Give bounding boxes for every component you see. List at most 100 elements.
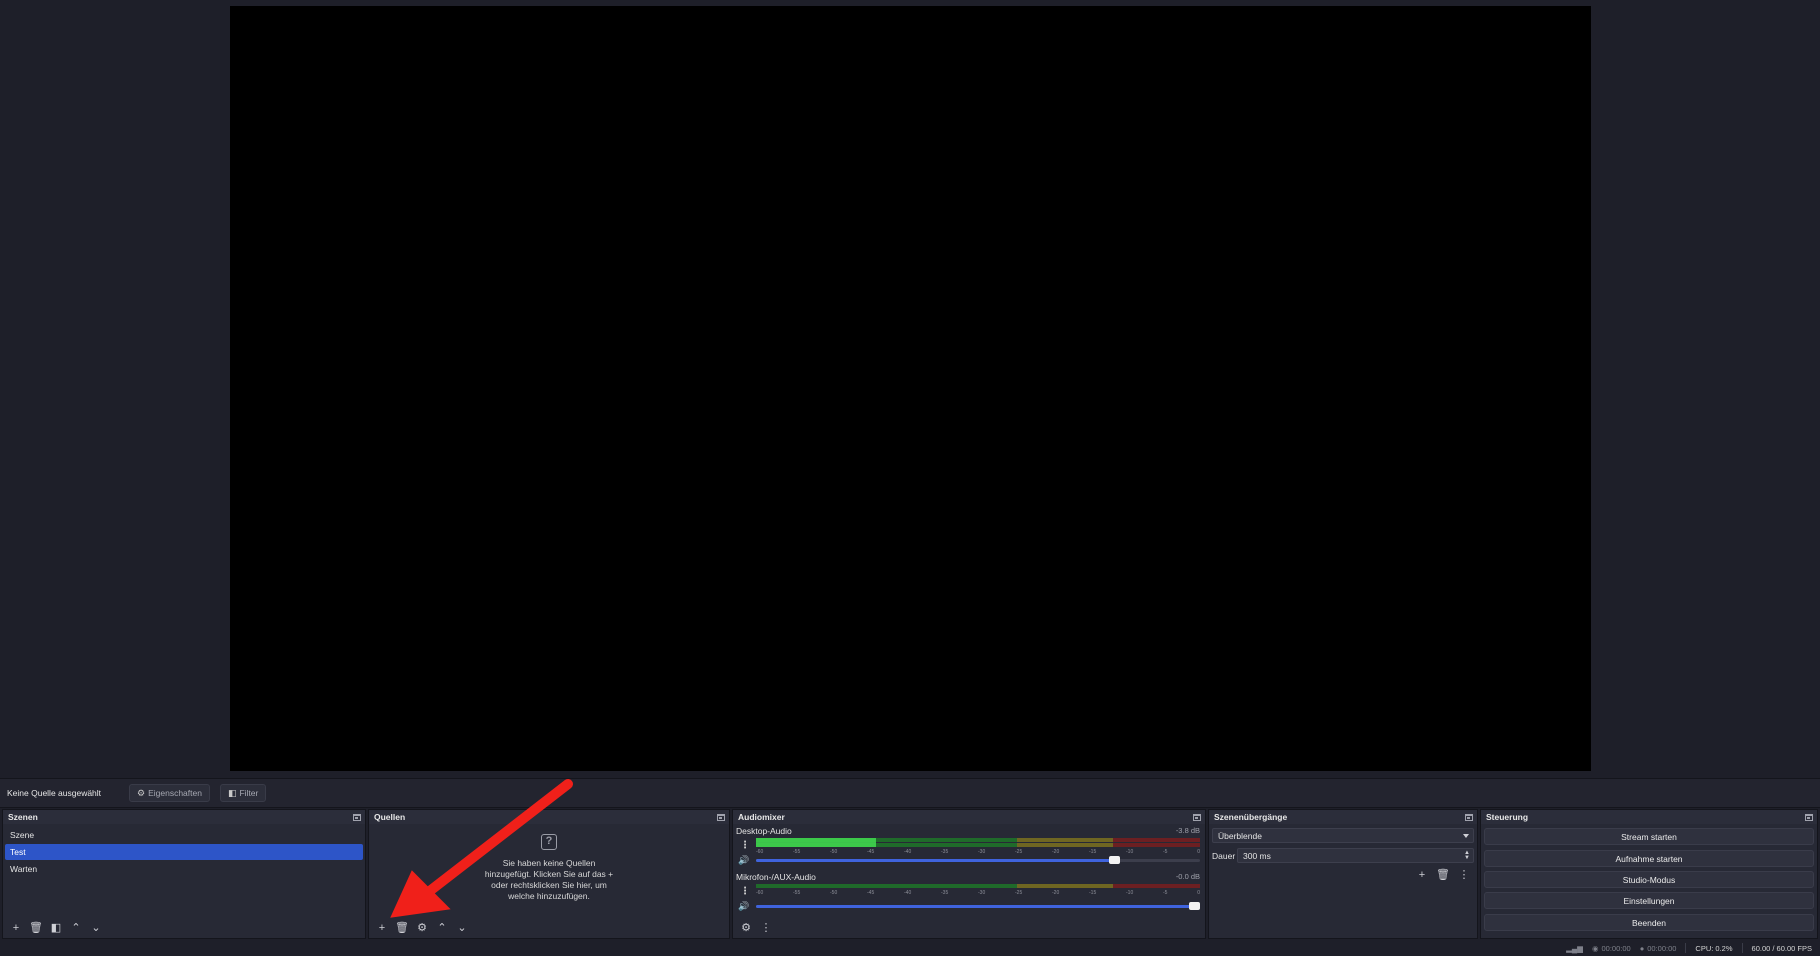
- meter-tick-label: -20: [1052, 890, 1060, 896]
- mixer-channel-desktop-audio: Desktop-Audio -3.8 dB ⋮ -60 -55 -50 -45 -40-…: [736, 826, 1202, 870]
- scene-transitions-dock: Szenenübergänge Überblende Dauer 300 ms …: [1208, 809, 1478, 939]
- spin-arrows-icon[interactable]: ▲ ▼: [1464, 850, 1470, 861]
- scene-item-szene[interactable]: Szene: [5, 827, 363, 843]
- duration-value: 300 ms: [1243, 850, 1271, 861]
- speaker-icon[interactable]: 🔊: [738, 855, 749, 866]
- meter-tick-label: 0: [1197, 890, 1200, 896]
- meter-tick-label: -60: [756, 849, 764, 855]
- meter-tick-label: -55: [793, 849, 801, 855]
- source-context-bar: Keine Quelle ausgewählt ⚙ Eigenschaften …: [0, 778, 1820, 808]
- sources-empty-message: Sie haben keine Quellen hinzugefügt. Kli…: [484, 858, 614, 901]
- meter-tick-label: -35: [941, 849, 949, 855]
- sources-dock-header: Quellen: [369, 810, 729, 824]
- audio-mixer-dock: Audiomixer Desktop-Audio -3.8 dB ⋮ -60 -5…: [732, 809, 1206, 939]
- volume-fader[interactable]: [756, 856, 1200, 864]
- advanced-audio-icon[interactable]: ⚙: [739, 921, 753, 935]
- channel-menu-icon[interactable]: ⋮: [740, 886, 750, 897]
- duration-input[interactable]: 300 ms ▲ ▼: [1237, 848, 1474, 863]
- undock-icon[interactable]: [353, 813, 361, 821]
- stream-icon: ◉: [1591, 943, 1599, 953]
- move-up-icon[interactable]: ⌃: [435, 921, 449, 935]
- undock-icon[interactable]: [1805, 813, 1813, 821]
- mixer-title: Audiomixer: [738, 812, 785, 822]
- remove-transition-icon[interactable]: 🗑: [1436, 868, 1450, 882]
- sources-empty-state: ? Sie haben keine Quellen hinzugefügt. K…: [369, 834, 729, 902]
- meter-tick-label: -45: [867, 890, 875, 896]
- move-up-icon[interactable]: ⌃: [69, 921, 83, 935]
- source-properties-icon[interactable]: ⚙: [415, 921, 429, 935]
- mixer-toolbar: ⚙ ⋮: [733, 918, 1205, 938]
- sources-dock[interactable]: Quellen ? Sie haben keine Quellen hinzug…: [368, 809, 730, 939]
- stream-status: ◉ 00:00:00: [1592, 944, 1631, 953]
- record-icon: ●: [1639, 943, 1645, 953]
- duration-label: Dauer: [1212, 850, 1236, 861]
- undock-icon[interactable]: [1465, 813, 1473, 821]
- meter-ticks: -60 -55 -50 -45 -40 -35 -30 -25 -20 -15 -10 -5 0: [756, 849, 1200, 857]
- add-transition-icon[interactable]: +: [1415, 868, 1429, 882]
- speaker-icon[interactable]: 🔊: [738, 901, 749, 912]
- move-down-icon[interactable]: ⌄: [455, 921, 469, 935]
- exit-button[interactable]: Beenden: [1484, 914, 1814, 931]
- transition-menu-icon[interactable]: ⋮: [1457, 868, 1471, 882]
- fps-display: 60.00 / 60.00 FPS: [1751, 943, 1812, 953]
- controls-title: Steuerung: [1486, 812, 1529, 822]
- transitions-title: Szenenübergänge: [1214, 812, 1288, 822]
- properties-button[interactable]: ⚙ Eigenschaften: [129, 784, 210, 802]
- meter-tick-label: -30: [978, 890, 986, 896]
- mixer-dock-header: Audiomixer: [733, 810, 1205, 824]
- fader-knob[interactable]: [1189, 902, 1200, 910]
- channel-db: -0.0 dB: [1175, 872, 1200, 881]
- record-status: ● 00:00:00: [1640, 944, 1677, 953]
- channel-menu-icon[interactable]: ⋮: [740, 840, 750, 851]
- scene-filter-icon[interactable]: ◧: [49, 921, 63, 935]
- chevron-down-icon: [1463, 833, 1469, 838]
- settings-button[interactable]: Einstellungen: [1484, 892, 1814, 909]
- record-time: 00:00:00: [1647, 943, 1677, 953]
- meter-tick-label: -20: [1052, 849, 1060, 855]
- move-down-icon[interactable]: ⌄: [89, 921, 103, 935]
- transition-select[interactable]: Überblende: [1212, 828, 1474, 843]
- filter-button[interactable]: ◧ Filter: [219, 784, 267, 802]
- mixer-menu-icon[interactable]: ⋮: [759, 921, 773, 935]
- meter-tick-label: -15: [1089, 849, 1097, 855]
- filter-label: Filter: [239, 788, 259, 798]
- network-icon: ▂▄▆: [1566, 943, 1583, 953]
- meter-tick-label: -25: [1015, 849, 1023, 855]
- duration-row: Dauer 300 ms ▲ ▼: [1212, 848, 1474, 863]
- studio-mode-button[interactable]: Studio-Modus: [1484, 871, 1814, 888]
- scene-item-test[interactable]: Test: [5, 844, 363, 860]
- undock-icon[interactable]: [717, 813, 725, 821]
- question-icon: ?: [541, 834, 557, 850]
- meter-tick-label: -35: [941, 890, 949, 896]
- channel-name: Desktop-Audio: [736, 826, 792, 836]
- fader-knob[interactable]: [1109, 856, 1121, 864]
- meter-tick-label: -50: [830, 890, 838, 896]
- start-stream-button[interactable]: Stream starten: [1484, 828, 1814, 845]
- meter-tick-label: -60: [756, 890, 764, 896]
- meter-tick-label: 0: [1197, 849, 1200, 855]
- preview-canvas[interactable]: [230, 6, 1591, 771]
- meter-ticks: -60 -55 -50 -45 -40 -35 -30 -25 -20 -15 -10 -5 0: [756, 890, 1200, 898]
- meter-tick-label: -50: [830, 849, 838, 855]
- meter-tick-label: -10: [1126, 890, 1134, 896]
- transitions-dock-header: Szenenübergänge: [1209, 810, 1477, 824]
- gear-icon: ⚙: [137, 787, 146, 798]
- remove-scene-icon[interactable]: 🗑: [29, 921, 43, 935]
- status-bar: ▂▄▆ ◉ 00:00:00 ● 00:00:00 CPU: 0.2% 60.0…: [0, 940, 1820, 956]
- transitions-toolbar: + 🗑 ⋮: [1415, 868, 1471, 882]
- add-scene-icon[interactable]: +: [9, 921, 23, 935]
- volume-fader[interactable]: [756, 902, 1200, 910]
- filter-icon: ◧: [227, 787, 237, 798]
- scene-item-warten[interactable]: Warten: [5, 861, 363, 877]
- meter-tick-label: -10: [1126, 849, 1134, 855]
- meter-tick-label: -15: [1089, 890, 1097, 896]
- scenes-dock: Szenen Szene Test Warten + 🗑 ◧ ⌃ ⌄: [2, 809, 366, 939]
- start-recording-button[interactable]: Aufnahme starten: [1484, 850, 1814, 867]
- undock-icon[interactable]: [1193, 813, 1201, 821]
- properties-label: Eigenschaften: [148, 788, 202, 798]
- controls-dock: Steuerung Stream starten Aufnahme starte…: [1480, 809, 1818, 939]
- remove-source-icon[interactable]: 🗑: [395, 921, 409, 935]
- sources-title: Quellen: [374, 812, 406, 822]
- transition-selected: Überblende: [1218, 830, 1262, 841]
- add-source-icon[interactable]: +: [375, 921, 389, 935]
